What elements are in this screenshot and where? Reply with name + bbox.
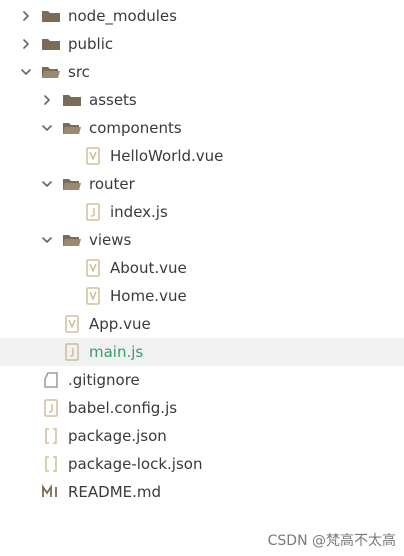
tree-item[interactable]: components <box>0 114 404 142</box>
tree-item-label: views <box>89 231 132 249</box>
markdown-file-icon <box>40 482 62 502</box>
tree-item[interactable]: .gitignore <box>0 366 404 394</box>
tree-item[interactable]: About.vue <box>0 254 404 282</box>
tree-item[interactable]: package-lock.json <box>0 450 404 478</box>
js-file-icon <box>82 202 104 222</box>
chevron-right-icon[interactable] <box>18 2 34 30</box>
json-file-icon <box>40 454 62 474</box>
vue-file-icon <box>82 258 104 278</box>
tree-item-label: package-lock.json <box>68 455 203 473</box>
tree-item[interactable]: package.json <box>0 422 404 450</box>
vue-file-icon <box>82 146 104 166</box>
tree-item-label: assets <box>89 91 137 109</box>
tree-item-label: node_modules <box>68 7 177 25</box>
tree-item[interactable]: views <box>0 226 404 254</box>
tree-item-label: App.vue <box>89 315 151 333</box>
folder-icon <box>40 34 62 54</box>
js-file-icon <box>40 398 62 418</box>
folder-open-icon <box>61 118 83 138</box>
tree-item-label: router <box>89 175 135 193</box>
watermark: CSDN @梵高不太高 <box>267 533 396 549</box>
tree-item-label: components <box>89 119 182 137</box>
json-file-icon <box>40 426 62 446</box>
js-file-icon <box>61 342 83 362</box>
tree-item-label: HelloWorld.vue <box>110 147 224 165</box>
vue-file-icon <box>82 286 104 306</box>
chevron-down-icon[interactable] <box>39 226 55 254</box>
chevron-right-icon[interactable] <box>18 30 34 58</box>
tree-item-label: index.js <box>110 203 168 221</box>
folder-icon <box>61 90 83 110</box>
tree-item-label: package.json <box>68 427 167 445</box>
tree-item-label: public <box>68 35 114 53</box>
tree-item-label: babel.config.js <box>68 399 178 417</box>
tree-item[interactable]: App.vue <box>0 310 404 338</box>
vue-file-icon <box>61 314 83 334</box>
tree-item[interactable]: node_modules <box>0 2 404 30</box>
tree-item-label: .gitignore <box>68 371 140 389</box>
tree-item[interactable]: babel.config.js <box>0 394 404 422</box>
tree-item[interactable]: HelloWorld.vue <box>0 142 404 170</box>
tree-item-label: README.md <box>68 483 162 501</box>
tree-item[interactable]: assets <box>0 86 404 114</box>
tree-item[interactable]: src <box>0 58 404 86</box>
folder-open-icon <box>40 62 62 82</box>
tree-item-label: About.vue <box>110 259 187 277</box>
folder-icon <box>40 6 62 26</box>
tree-item-label: main.js <box>89 343 144 361</box>
tree-item[interactable]: router <box>0 170 404 198</box>
tree-item[interactable]: main.js <box>0 338 404 366</box>
chevron-down-icon[interactable] <box>39 114 55 142</box>
tree-item[interactable]: index.js <box>0 198 404 226</box>
tree-item[interactable]: public <box>0 30 404 58</box>
chevron-down-icon[interactable] <box>39 170 55 198</box>
folder-open-icon <box>61 230 83 250</box>
tree-item-label: src <box>68 63 90 81</box>
chevron-down-icon[interactable] <box>18 58 34 86</box>
tree-item[interactable]: Home.vue <box>0 282 404 310</box>
gitignore-file-icon <box>40 370 62 390</box>
tree-item[interactable]: README.md <box>0 478 404 506</box>
tree-item-label: Home.vue <box>110 287 187 305</box>
chevron-right-icon[interactable] <box>39 86 55 114</box>
folder-open-icon <box>61 174 83 194</box>
